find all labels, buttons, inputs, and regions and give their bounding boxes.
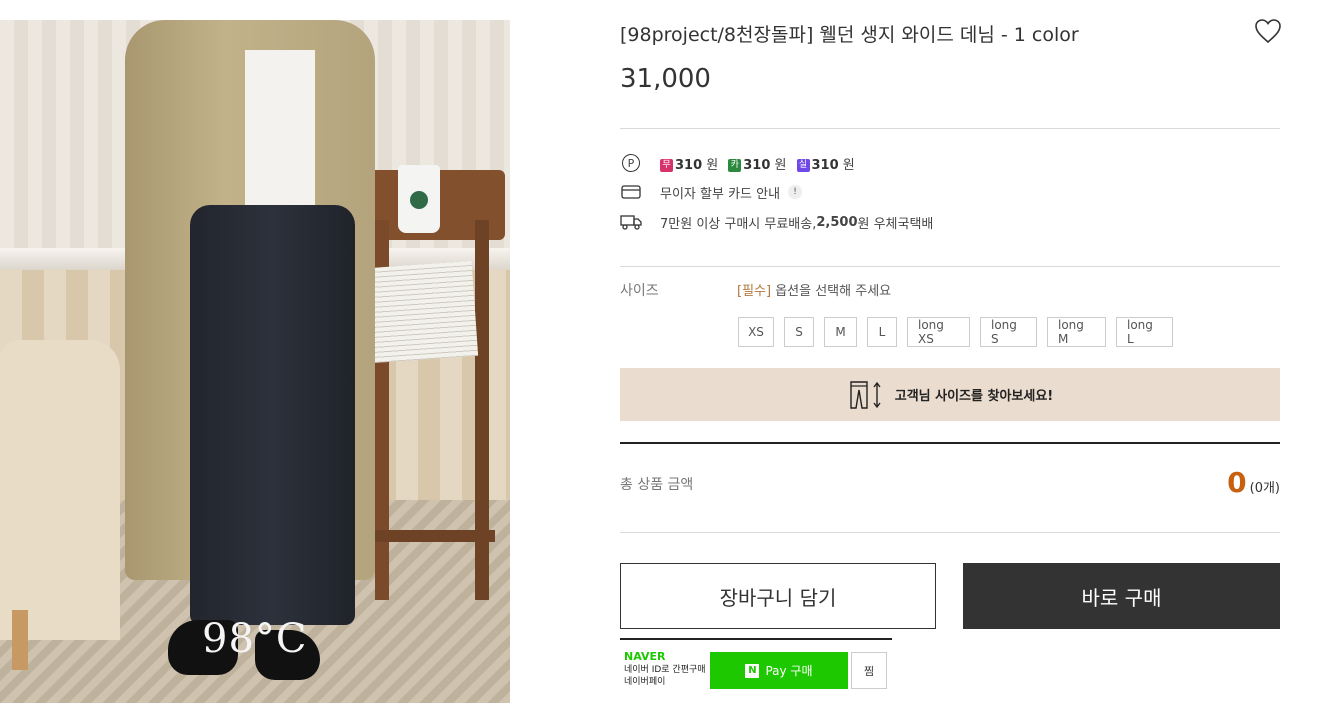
point-unit: 원 <box>774 157 787 173</box>
photo-chair <box>0 340 120 640</box>
card-row: 무이자 할부 카드 안내 ! <box>620 182 803 202</box>
pants-ruler-icon <box>850 380 881 409</box>
point-amount: 310 <box>675 157 703 173</box>
product-title: [98project/8천장돌파] 웰던 생지 와이드 데님 - 1 color <box>620 24 1079 46</box>
size-option-s[interactable]: S <box>784 317 814 347</box>
point-unit: 원 <box>706 157 719 173</box>
point-icon: P <box>620 153 642 173</box>
brand-logo: 98°C <box>202 616 308 662</box>
point-badge: 무 <box>660 158 673 172</box>
naver-brand: NAVER <box>624 650 666 663</box>
heart-icon[interactable] <box>1254 18 1282 44</box>
naver-sub-line: 네이버페이 <box>624 677 666 687</box>
naver-divider <box>620 638 892 640</box>
card-notice[interactable]: 무이자 할부 카드 안내 <box>660 183 780 202</box>
divider <box>620 532 1280 533</box>
naver-sub: 네이버 ID로 간편구매 네이버페이 <box>624 664 706 688</box>
info-icon[interactable]: ! <box>788 185 803 199</box>
naver-sub-line: 네이버 ID로 간편구매 <box>624 665 706 675</box>
naver-pay-box: NAVER 네이버 ID로 간편구매 네이버페이 N Pay 구매 찜 <box>620 638 892 707</box>
point-item: 무 310 원 <box>660 154 718 173</box>
size-option-long-xs[interactable]: long XS <box>907 317 970 347</box>
photo-shirt <box>245 50 315 230</box>
photo-chair-leg <box>12 610 28 670</box>
points-row: P 무 310 원 카 310 원 실 310 원 <box>620 153 865 173</box>
stand-post <box>475 220 489 600</box>
size-options: XS S M L long XS long S long M long L <box>738 317 1183 347</box>
size-option-l[interactable]: L <box>867 317 897 347</box>
required-tag: [필수] <box>737 284 772 299</box>
size-option-m[interactable]: M <box>824 317 857 347</box>
total-label: 총 상품 금액 <box>620 477 694 493</box>
truck-icon <box>620 212 642 232</box>
shipping-fee: 2,500 <box>816 214 858 230</box>
divider <box>620 266 1280 267</box>
naver-zzim-button[interactable]: 찜 <box>851 652 887 689</box>
point-amount: 310 <box>743 157 771 173</box>
naver-pay-label: Pay 구매 <box>765 664 813 678</box>
size-option-long-l[interactable]: long L <box>1116 317 1173 347</box>
card-icon <box>620 182 642 202</box>
option-label: 사이즈 <box>620 283 659 299</box>
divider <box>620 128 1280 129</box>
size-finder-button[interactable]: 고객님 사이즈를 찾아보세요! <box>620 368 1280 421</box>
shipping-prefix: 7만원 이상 구매시 무료배송, <box>660 216 817 232</box>
point-badge: 카 <box>728 158 742 172</box>
photo-cup <box>398 165 440 233</box>
shipping-row: 7만원 이상 구매시 무료배송, 2,500 원 우체국택배 <box>620 212 933 232</box>
stand-bar <box>365 530 495 542</box>
photo-jeans <box>190 205 355 625</box>
size-option-long-s[interactable]: long S <box>980 317 1037 347</box>
buy-now-button[interactable]: 바로 구매 <box>963 563 1280 629</box>
add-to-cart-button[interactable]: 장바구니 담기 <box>620 563 936 629</box>
option-hint: [필수] 옵션을 선택해 주세요 <box>737 280 891 299</box>
point-unit: 원 <box>842 157 855 173</box>
product-image: 98°C <box>0 20 510 703</box>
size-finder-label: 고객님 사이즈를 찾아보세요! <box>894 389 1054 404</box>
point-amount: 310 <box>811 157 839 173</box>
naver-n-icon: N <box>745 663 760 678</box>
total-value: 0 <box>1227 466 1247 499</box>
total-count: (0개) <box>1249 481 1280 496</box>
point-badge: 실 <box>796 158 810 172</box>
size-option-long-m[interactable]: long M <box>1047 317 1106 347</box>
option-hint-text: 옵션을 선택해 주세요 <box>771 284 892 299</box>
product-price: 31,000 <box>620 64 711 94</box>
point-item: 실 310 원 <box>796 154 855 173</box>
divider-thick <box>620 442 1280 444</box>
size-option-xs[interactable]: XS <box>738 317 774 347</box>
point-item: 카 310 원 <box>728 154 787 173</box>
total-price: 0 (0개) <box>1227 466 1280 499</box>
naver-pay-button[interactable]: N Pay 구매 <box>710 652 848 689</box>
shipping-suffix: 원 우체국택배 <box>857 216 934 232</box>
